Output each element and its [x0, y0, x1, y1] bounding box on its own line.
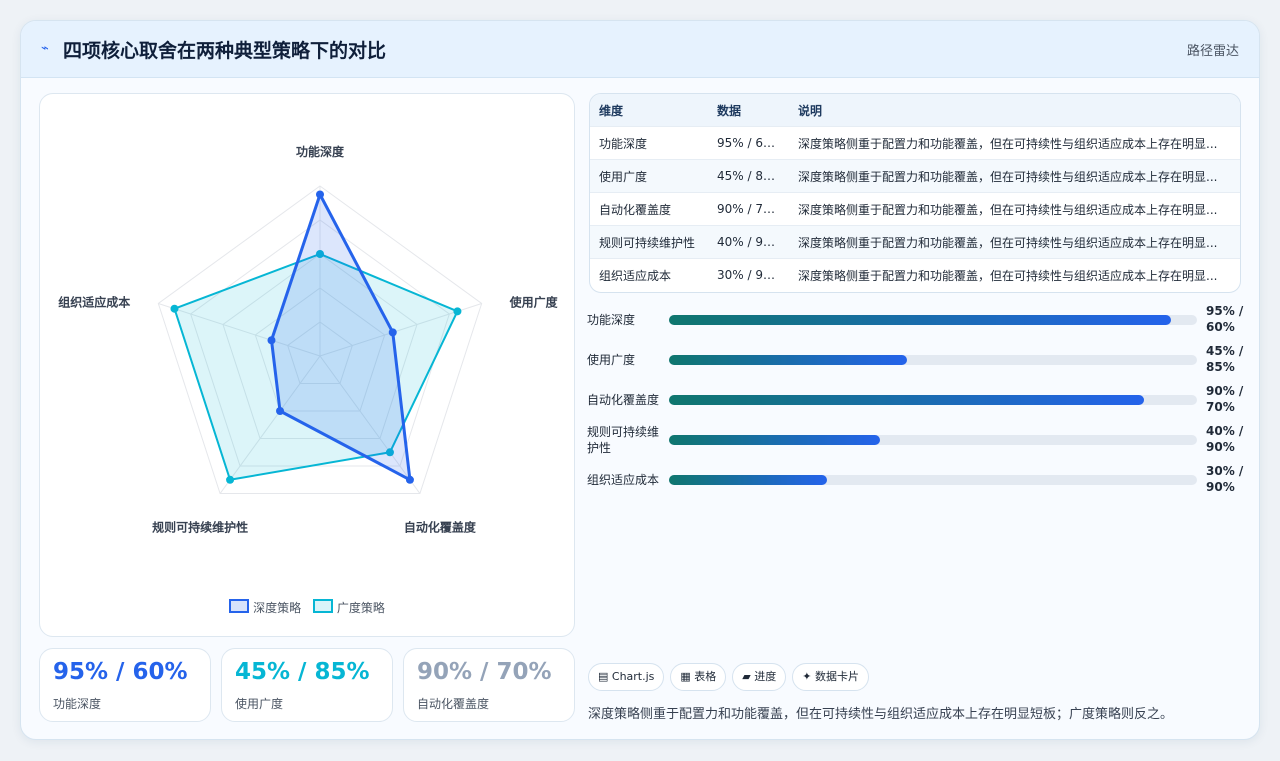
progress-value: 40% / 90% [1206, 424, 1244, 454]
radar-data-point [170, 304, 179, 313]
table-row: 自动化覆盖度 90% / 70% 深度策略侧重于配置力和功能覆盖，但在可持续性与… [590, 192, 1240, 226]
table-header-row: 维度 数据 说明 [590, 94, 1240, 127]
table-cell: 深度策略侧重于配置力和功能覆盖，但在可持续性与组织适应成本上存在明显... [789, 159, 1240, 193]
progress-fill [669, 475, 828, 485]
table-cell: 40% / 90% [708, 225, 789, 259]
stat-card: 45% / 85% 使用广度 [221, 648, 393, 722]
progress-track [669, 315, 1197, 325]
progress-label: 组织适应成本 [587, 473, 660, 487]
table-cell: 规则可持续维护性 [590, 225, 708, 259]
radar-data-point [267, 336, 276, 345]
progress-fill [669, 435, 881, 445]
table-row: 功能深度 95% / 60% 深度策略侧重于配置力和功能覆盖，但在可持续性与组织… [590, 126, 1240, 160]
table-cell: 45% / 85% [708, 159, 789, 193]
progress-row: 组织适应成本 30% / 90% [587, 464, 1247, 507]
chip-progress[interactable]: ▰ 进度 [732, 663, 787, 691]
table-cell: 自动化覆盖度 [590, 192, 708, 226]
radar-axis-label: 自动化覆盖度 [404, 520, 477, 535]
progress-label: 使用广度 [587, 353, 636, 367]
radar-data-point [405, 475, 414, 484]
progress-label: 规则可持续维护性 [587, 425, 660, 455]
chart-legend: 深度策略 广度策略 [40, 599, 574, 616]
radar-chart-panel: 功能深度使用广度自动化覆盖度 规则可持续维护性 组织适应成本 深度策略 广度策略 [39, 93, 575, 637]
column-header: 数据 [708, 94, 789, 127]
stat-value: 45% / 85% [235, 659, 370, 685]
column-header: 说明 [789, 94, 1240, 127]
stat-card: 95% / 60% 功能深度 [39, 648, 211, 722]
summary-text: 深度策略侧重于配置力和功能覆盖，但在可持续性与组织适应成本上存在明显短板；广度策… [588, 707, 1174, 722]
table-cell: 深度策略侧重于配置力和功能覆盖，但在可持续性与组织适应成本上存在明显... [789, 126, 1240, 160]
stat-card: 90% / 70% 自动化覆盖度 [403, 648, 575, 722]
radar-axis-label: 使用广度 [509, 294, 559, 309]
progress-fill [669, 355, 907, 365]
progress-row: 功能深度 95% / 60% [587, 304, 1247, 347]
stat-value: 90% / 70% [417, 659, 552, 685]
progress-value: 30% / 90% [1206, 464, 1244, 494]
progress-track [669, 435, 1197, 445]
legend-label: 广度策略 [336, 601, 385, 615]
stat-label: 使用广度 [235, 697, 284, 711]
progress-row: 规则可持续维护性 40% / 90% [587, 424, 1247, 467]
stat-label: 功能深度 [53, 697, 102, 711]
table-row: 组织适应成本 30% / 90% 深度策略侧重于配置力和功能覆盖，但在可持续性与… [590, 258, 1240, 291]
table-cell: 95% / 60% [708, 126, 789, 160]
progress-track [669, 395, 1197, 405]
table-row: 规则可持续维护性 40% / 90% 深度策略侧重于配置力和功能覆盖，但在可持续… [590, 225, 1240, 259]
table-row: 使用广度 45% / 85% 深度策略侧重于配置力和功能覆盖，但在可持续性与组织… [590, 159, 1240, 193]
progress-value: 45% / 85% [1206, 344, 1244, 374]
radar-data-point [276, 407, 285, 416]
radar-axis-label: 规则可持续维护性 [152, 520, 248, 535]
progress-track [669, 475, 1197, 485]
progress-fill [669, 395, 1145, 405]
radar-data-point [316, 190, 324, 199]
progress-row: 自动化覆盖度 90% / 70% [587, 384, 1247, 427]
stat-label: 自动化覆盖度 [417, 697, 490, 711]
chip-data-cards[interactable]: ✦ 数据卡片 [792, 663, 869, 691]
legend-label: 深度策略 [253, 601, 302, 615]
column-header: 维度 [590, 94, 708, 127]
table-cell: 90% / 70% [708, 192, 789, 226]
progress-label: 自动化覆盖度 [587, 393, 660, 407]
table-cell: 功能深度 [590, 126, 708, 160]
radar-data-point [226, 475, 235, 484]
section-tag: 路径雷达 [1186, 44, 1239, 59]
table-cell: 深度策略侧重于配置力和功能覆盖，但在可持续性与组织适应成本上存在明显... [789, 225, 1240, 259]
data-table: 维度 数据 说明 功能深度 95% / 60% 深度策略侧重于配置力和功能覆盖，… [589, 93, 1241, 293]
progress-row: 使用广度 45% / 85% [587, 344, 1247, 387]
table-cell: 深度策略侧重于配置力和功能覆盖，但在可持续性与组织适应成本上存在明显... [789, 192, 1240, 226]
legend-item-breadth[interactable]: 广度策略 [312, 599, 385, 616]
header: ⌁ 四项核心取舍在两种典型策略下的对比 路径雷达 [21, 21, 1259, 78]
radar-data-point [388, 328, 397, 337]
stat-value: 95% / 60% [53, 659, 188, 685]
view-chip-group: ▤ Chart.js ▦ 表格 ▰ 进度 ✦ 数据卡片 [588, 663, 875, 691]
page-title: 四项核心取舍在两种典型策略下的对比 [63, 40, 387, 62]
radar-chart: 功能深度使用广度自动化覆盖度 规则可持续维护性 组织适应成本 [58, 144, 559, 535]
chip-table[interactable]: ▦ 表格 [670, 663, 727, 691]
legend-item-depth[interactable]: 深度策略 [229, 599, 301, 616]
chip-chartjs[interactable]: ▤ Chart.js [588, 663, 665, 691]
wave-icon: ⌁ [41, 41, 49, 56]
progress-value: 90% / 70% [1206, 384, 1244, 414]
dashboard-card: ⌁ 四项核心取舍在两种典型策略下的对比 路径雷达 功能深度 使用广度 自动化覆盖度规… [20, 20, 1260, 740]
table-cell: 30% / 90% [708, 258, 789, 291]
table-cell: 深度策略侧重于配置力和功能覆盖，但在可持续性与组织适应成本上存在明显... [789, 258, 1240, 291]
radar-axis-label: 组织适应成本 [58, 294, 130, 309]
progress-value: 95% / 60% [1206, 304, 1244, 334]
radar-axis-label: 功能深度 [296, 144, 345, 159]
table-cell: 使用广度 [590, 159, 708, 193]
progress-fill [669, 315, 1171, 325]
progress-track [669, 355, 1197, 365]
table-cell: 组织适应成本 [590, 258, 708, 291]
progress-label: 功能深度 [587, 313, 636, 327]
radar-data-point [453, 307, 462, 316]
